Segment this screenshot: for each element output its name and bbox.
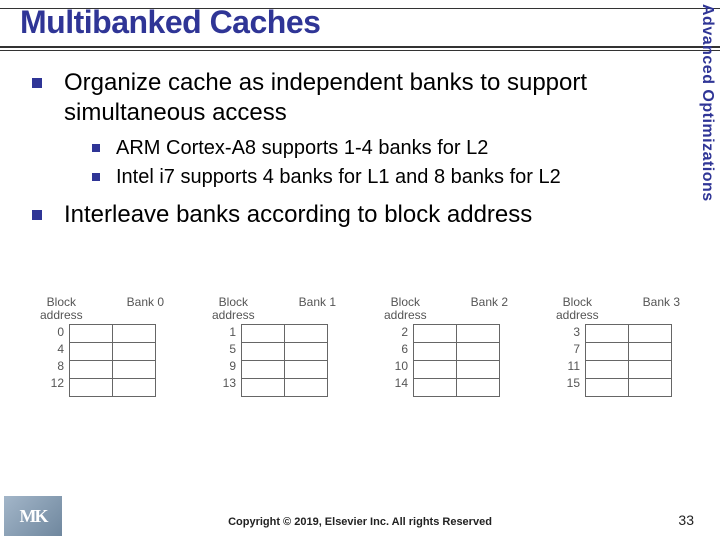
- addr: 0: [48, 324, 64, 341]
- title-rule-bottom-1: [0, 46, 720, 48]
- bank-name: Bank 1: [299, 296, 336, 322]
- bank-row: 3 7 11 15: [564, 324, 672, 397]
- bank-table: [241, 324, 328, 397]
- bank-labels: Blockaddress Bank 0: [18, 296, 186, 322]
- bank-row: 1 5 9 13: [220, 324, 328, 397]
- addr: 7: [564, 341, 580, 358]
- sub-bullet-item: Intel i7 supports 4 banks for L1 and 8 b…: [92, 165, 670, 190]
- slide-body: Organize cache as independent banks to s…: [30, 62, 670, 240]
- bank-labels: Blockaddress Bank 3: [534, 296, 702, 322]
- bank-table: [413, 324, 500, 397]
- slide-title: Multibanked Caches: [20, 4, 320, 40]
- bank-table: [69, 324, 156, 397]
- block-address-label: Blockaddress: [384, 296, 427, 322]
- sub-bullet-text: ARM Cortex-A8 supports 1-4 banks for L2: [116, 137, 488, 159]
- bank-row: 2 6 10 14: [392, 324, 500, 397]
- bank-table: [585, 324, 672, 397]
- addr: 1: [220, 324, 236, 341]
- addr-col: 1 5 9 13: [220, 324, 239, 392]
- addr-col: 2 6 10 14: [392, 324, 411, 392]
- addr-col: 0 4 8 12: [48, 324, 67, 392]
- bank-name: Bank 0: [127, 296, 164, 322]
- bank-name: Bank 2: [471, 296, 508, 322]
- addr: 15: [564, 375, 580, 392]
- bank-group-0: Blockaddress Bank 0 0 4 8 12: [18, 296, 186, 397]
- addr: 11: [564, 358, 580, 375]
- addr: 10: [392, 358, 408, 375]
- bullet-item: Interleave banks according to block addr…: [30, 200, 670, 230]
- addr: 14: [392, 375, 408, 392]
- bullet-list: Organize cache as independent banks to s…: [30, 68, 670, 230]
- sub-bullet-text: Intel i7 supports 4 banks for L1 and 8 b…: [116, 166, 561, 188]
- title-rule-bottom-2: [0, 50, 720, 51]
- addr: 12: [48, 375, 64, 392]
- title-bar: Multibanked Caches: [0, 0, 720, 43]
- bank-name: Bank 3: [643, 296, 680, 322]
- addr: 6: [392, 341, 408, 358]
- addr: 3: [564, 324, 580, 341]
- addr: 2: [392, 324, 408, 341]
- block-address-label: Blockaddress: [40, 296, 83, 322]
- bank-group-3: Blockaddress Bank 3 3 7 11 15: [534, 296, 702, 397]
- copyright: Copyright © 2019, Elsevier Inc. All righ…: [0, 516, 720, 528]
- bullet-text: Interleave banks according to block addr…: [64, 201, 532, 228]
- bank-group-2: Blockaddress Bank 2 2 6 10 14: [362, 296, 530, 397]
- bank-row: 0 4 8 12: [48, 324, 156, 397]
- block-address-label: Blockaddress: [556, 296, 599, 322]
- addr: 4: [48, 341, 64, 358]
- bank-group-1: Blockaddress Bank 1 1 5 9 13: [190, 296, 358, 397]
- side-label: Advanced Optimizations: [698, 4, 716, 202]
- bank-labels: Blockaddress Bank 2: [362, 296, 530, 322]
- addr-col: 3 7 11 15: [564, 324, 583, 392]
- bullet-text: Organize cache as independent banks to s…: [64, 69, 587, 126]
- slide: Multibanked Caches Advanced Optimization…: [0, 0, 720, 540]
- bullet-item: Organize cache as independent banks to s…: [30, 68, 670, 190]
- addr: 8: [48, 358, 64, 375]
- addr: 9: [220, 358, 236, 375]
- bank-diagram: Blockaddress Bank 0 0 4 8 12 Blockaddres…: [18, 296, 702, 397]
- bank-labels: Blockaddress Bank 1: [190, 296, 358, 322]
- page-number: 33: [678, 512, 694, 528]
- addr: 5: [220, 341, 236, 358]
- sub-bullet-list: ARM Cortex-A8 supports 1-4 banks for L2 …: [64, 136, 670, 190]
- block-address-label: Blockaddress: [212, 296, 255, 322]
- addr: 13: [220, 375, 236, 392]
- sub-bullet-item: ARM Cortex-A8 supports 1-4 banks for L2: [92, 136, 670, 161]
